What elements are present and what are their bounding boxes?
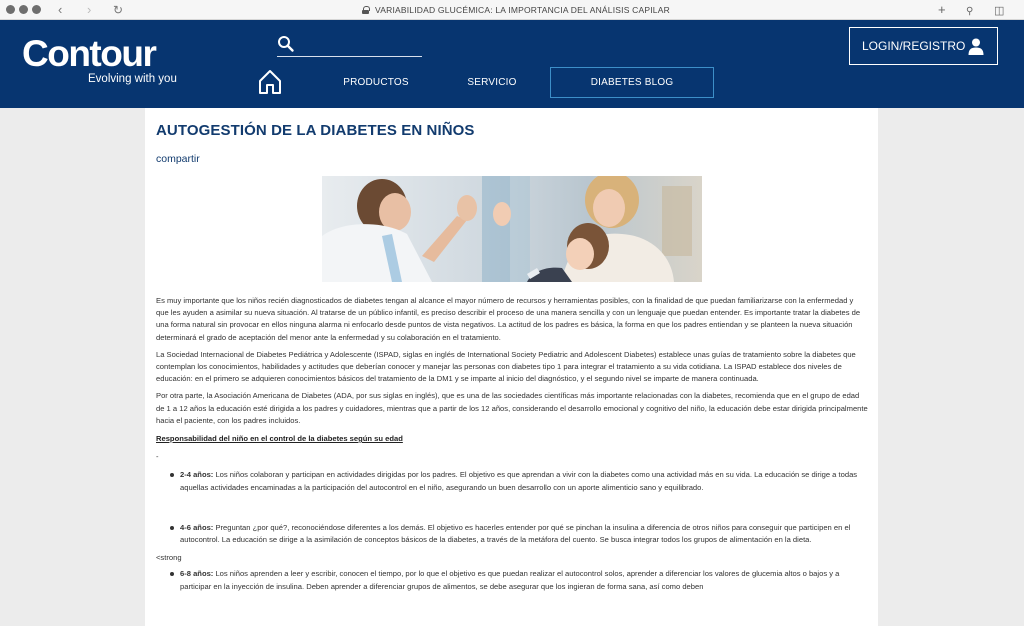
search-icon[interactable]: ⚲ xyxy=(966,4,973,20)
list-item-text: Los niños colaboran y participan en acti… xyxy=(180,470,858,492)
home-icon[interactable] xyxy=(257,69,283,95)
doctor-child-photo xyxy=(322,176,702,282)
address-bar[interactable]: VARIABILIDAD GLUCÉMICA: LA IMPORTANCIA D… xyxy=(362,3,670,17)
new-tab-icon[interactable]: + xyxy=(938,2,946,18)
sidebar-icon[interactable]: ◫ xyxy=(994,3,1004,19)
nav-productos[interactable]: PRODUCTOS xyxy=(332,67,420,98)
list-item: 4-6 años: Preguntan ¿por qué?, reconocié… xyxy=(170,522,868,546)
logo-tagline: Evolving with you xyxy=(88,73,177,85)
user-icon xyxy=(968,38,984,55)
list-item-text: Los niños aprenden a leer y escribir, co… xyxy=(180,569,840,591)
list-item-label: 4-6 años: xyxy=(180,522,214,532)
contour-logo[interactable]: Contour Evolving with you xyxy=(22,33,177,86)
zoom-window-button[interactable] xyxy=(32,5,41,14)
list-item: 2-4 años: Los niños colaboran y particip… xyxy=(170,469,868,493)
close-window-button[interactable] xyxy=(6,5,15,14)
logo-wordmark: Contour xyxy=(22,33,157,74)
site-header: Contour Evolving with you LOGIN/REGISTRO… xyxy=(0,20,1024,108)
minimize-window-button[interactable] xyxy=(19,5,28,14)
stray-markup-text: <strong xyxy=(156,553,182,563)
article-paragraph: Es muy importante que los niños recién d… xyxy=(156,296,861,342)
search-icon[interactable] xyxy=(277,35,295,53)
dash-separator: - xyxy=(156,452,159,462)
browser-toolbar: ‹ › ↻ VARIABILIDAD GLUCÉMICA: LA IMPORTA… xyxy=(0,0,1024,20)
share-link[interactable]: compartir xyxy=(156,153,868,165)
forward-icon[interactable]: › xyxy=(87,2,91,18)
section-heading: Responsabilidad del niño en el control d… xyxy=(156,434,403,444)
article-paragraph: Por otra parte, la Asociación Americana … xyxy=(156,391,868,425)
list-item-label: 2-4 años: xyxy=(180,470,214,480)
list-item-text: Preguntan ¿por qué?, reconociéndose dife… xyxy=(180,522,851,545)
article-paragraph: La Sociedad Internacional de Diabetes Pe… xyxy=(156,349,856,384)
back-icon[interactable]: ‹ xyxy=(58,2,62,18)
page-url-title: VARIABILIDAD GLUCÉMICA: LA IMPORTANCIA D… xyxy=(375,5,670,15)
list-item: 6-8 años: Los niños aprenden a leer y es… xyxy=(170,568,868,592)
lock-icon xyxy=(362,6,370,14)
window-controls[interactable] xyxy=(6,5,41,14)
login-register-button[interactable]: LOGIN/REGISTRO xyxy=(849,27,998,65)
search-input[interactable] xyxy=(277,35,422,57)
nav-diabetes-blog[interactable]: DIABETES BLOG xyxy=(550,67,714,98)
age-responsibility-list-continued: 6-8 años: Los niños aprenden a leer y es… xyxy=(170,568,868,592)
article-container: AUTOGESTIÓN DE LA DIABETES EN NIÑOS comp… xyxy=(145,108,878,626)
reload-icon[interactable]: ↻ xyxy=(113,2,123,18)
nav-servicio[interactable]: SERVICIO xyxy=(455,67,529,98)
list-item-label: 6-8 años: xyxy=(180,569,214,579)
login-label: LOGIN/REGISTRO xyxy=(862,39,966,53)
hero-image xyxy=(322,176,702,282)
age-responsibility-list: 2-4 años: Los niños colaboran y particip… xyxy=(170,469,868,546)
article-title: AUTOGESTIÓN DE LA DIABETES EN NIÑOS xyxy=(156,122,475,139)
